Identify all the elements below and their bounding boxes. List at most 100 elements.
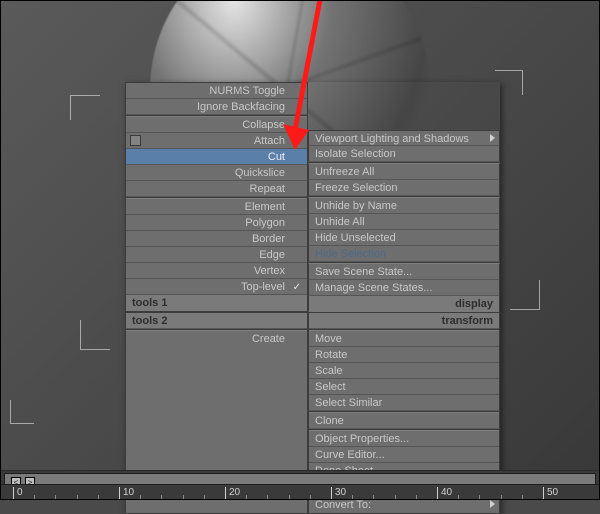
timeline-ruler[interactable]: 01020304050	[0, 484, 600, 500]
menu-item[interactable]: Freeze Selection	[308, 180, 500, 196]
menu-item[interactable]: Cut	[126, 149, 307, 165]
menu-item[interactable]: Viewport Lighting and Shadows	[308, 130, 500, 146]
menu-item[interactable]: Move	[309, 331, 499, 347]
tick-major	[543, 487, 544, 500]
menu-item-label: Create	[252, 333, 285, 345]
tick-minor	[246, 495, 247, 500]
menu-item-label: Scale	[315, 365, 343, 377]
tick-minor	[140, 495, 141, 500]
menu-item[interactable]: Unhide All	[308, 214, 500, 230]
menu-item-label: Select	[315, 381, 346, 393]
context-quad-menu: NURMS Toggle Ignore Backfacing Collapse Att…	[125, 82, 500, 514]
quad-panel-display: Viewport Lighting and ShadowsIsolate Sel…	[308, 82, 500, 312]
tick-major	[225, 487, 226, 500]
tick-minor	[204, 495, 205, 500]
submenu-arrow-icon	[490, 134, 495, 142]
menu-item[interactable]: Object Properties...	[309, 431, 499, 447]
quad-footer-right: display	[404, 296, 493, 312]
menu-item[interactable]: Unfreeze All	[308, 164, 500, 180]
check-icon: ✓	[293, 280, 301, 296]
timeline[interactable]: < > 01020304050	[0, 470, 600, 500]
tick-label: 0	[17, 487, 23, 498]
quad-footer-right: transform	[404, 313, 493, 328]
quad-footer: tools 1	[126, 295, 307, 311]
menu-item[interactable]: Ignore Backfacing	[126, 99, 307, 115]
menu-item[interactable]: Select Similar	[309, 395, 499, 411]
tick-minor	[458, 495, 459, 500]
menu-item[interactable]: Create	[126, 331, 307, 347]
menu-item-label: Move	[315, 333, 342, 345]
menu-item[interactable]: NURMS Toggle	[126, 83, 307, 99]
quad-footer: tools 2	[126, 313, 307, 329]
menu-item[interactable]: Repeat	[126, 181, 307, 197]
tick-minor	[55, 495, 56, 500]
menu-item-label: Hide Selection	[315, 248, 386, 260]
menu-item[interactable]: Unhide by Name	[308, 198, 500, 214]
menu-item-label: Collapse	[242, 119, 285, 131]
menu-item-label: Freeze Selection	[315, 182, 398, 194]
menu-item-label: Viewport Lighting and Shadows	[315, 133, 469, 145]
menu-item-label: Repeat	[250, 183, 285, 195]
tick-minor	[77, 495, 78, 500]
menu-item[interactable]: Hide Unselected	[308, 230, 500, 246]
quad-footer-left	[315, 313, 404, 328]
menu-item-label: Rotate	[315, 349, 347, 361]
menu-item[interactable]: Vertex	[126, 263, 307, 279]
option-box-icon[interactable]	[130, 135, 141, 146]
menu-item[interactable]: Scale	[309, 363, 499, 379]
menu-item-label: Manage Scene States...	[315, 282, 432, 294]
tick-label: 50	[547, 487, 558, 498]
quad-footer-left: tools 1	[132, 295, 217, 311]
menu-item[interactable]: Hide Selection	[308, 246, 500, 262]
menu-item[interactable]: Attach	[126, 133, 307, 149]
tick-label: 20	[229, 487, 240, 498]
quad-footer: transform	[309, 313, 499, 329]
quad-footer: display	[308, 296, 500, 312]
tick-minor	[373, 495, 374, 500]
menu-item-label: Top-level	[241, 281, 285, 293]
tick-minor	[183, 495, 184, 500]
menu-item[interactable]: Element	[126, 199, 307, 215]
menu-item-label: Unhide All	[315, 216, 365, 228]
menu-item[interactable]: Isolate Selection	[308, 146, 500, 162]
menu-item[interactable]: Manage Scene States...	[308, 280, 500, 296]
menu-item[interactable]: Select	[309, 379, 499, 395]
tick-minor	[267, 495, 268, 500]
menu-item[interactable]: Collapse	[126, 117, 307, 133]
wire-bracket	[10, 400, 34, 424]
menu-item[interactable]: Save Scene State...	[308, 264, 500, 280]
menu-item-label: Element	[245, 201, 285, 213]
menu-item[interactable]: Curve Editor...	[309, 447, 499, 463]
tick-minor	[161, 495, 162, 500]
menu-item-label: Quickslice	[235, 167, 285, 179]
quad-footer-left: tools 2	[132, 313, 217, 328]
tick-major	[331, 487, 332, 500]
tick-label: 40	[441, 487, 452, 498]
menu-item-label: Border	[252, 233, 285, 245]
menu-item[interactable]: Rotate	[309, 347, 499, 363]
tick-minor	[98, 495, 99, 500]
menu-item-label: Clone	[315, 415, 344, 427]
menu-item-label: Polygon	[245, 217, 285, 229]
menu-item-label: Unhide by Name	[315, 200, 397, 212]
wire-bracket	[510, 280, 540, 310]
tick-minor	[501, 495, 502, 500]
tick-major	[119, 487, 120, 500]
menu-item[interactable]: Top-level ✓	[126, 279, 307, 295]
menu-item-label: Attach	[254, 135, 285, 147]
menu-item[interactable]: Edge	[126, 247, 307, 263]
menu-item[interactable]: Polygon	[126, 215, 307, 231]
tick-label: 10	[123, 487, 134, 498]
tick-minor	[416, 495, 417, 500]
tick-minor	[479, 495, 480, 500]
menu-item[interactable]: Clone	[309, 413, 499, 429]
menu-item-label: Curve Editor...	[315, 449, 385, 461]
quad-footer-left	[315, 296, 404, 312]
menu-item-label: Save Scene State...	[315, 266, 412, 278]
wire-bracket	[80, 320, 110, 350]
menu-item-label: Ignore Backfacing	[197, 101, 285, 113]
menu-item[interactable]: Quickslice	[126, 165, 307, 181]
menu-item-label: Convert To:	[315, 499, 371, 511]
tick-minor	[395, 495, 396, 500]
menu-item[interactable]: Border	[126, 231, 307, 247]
